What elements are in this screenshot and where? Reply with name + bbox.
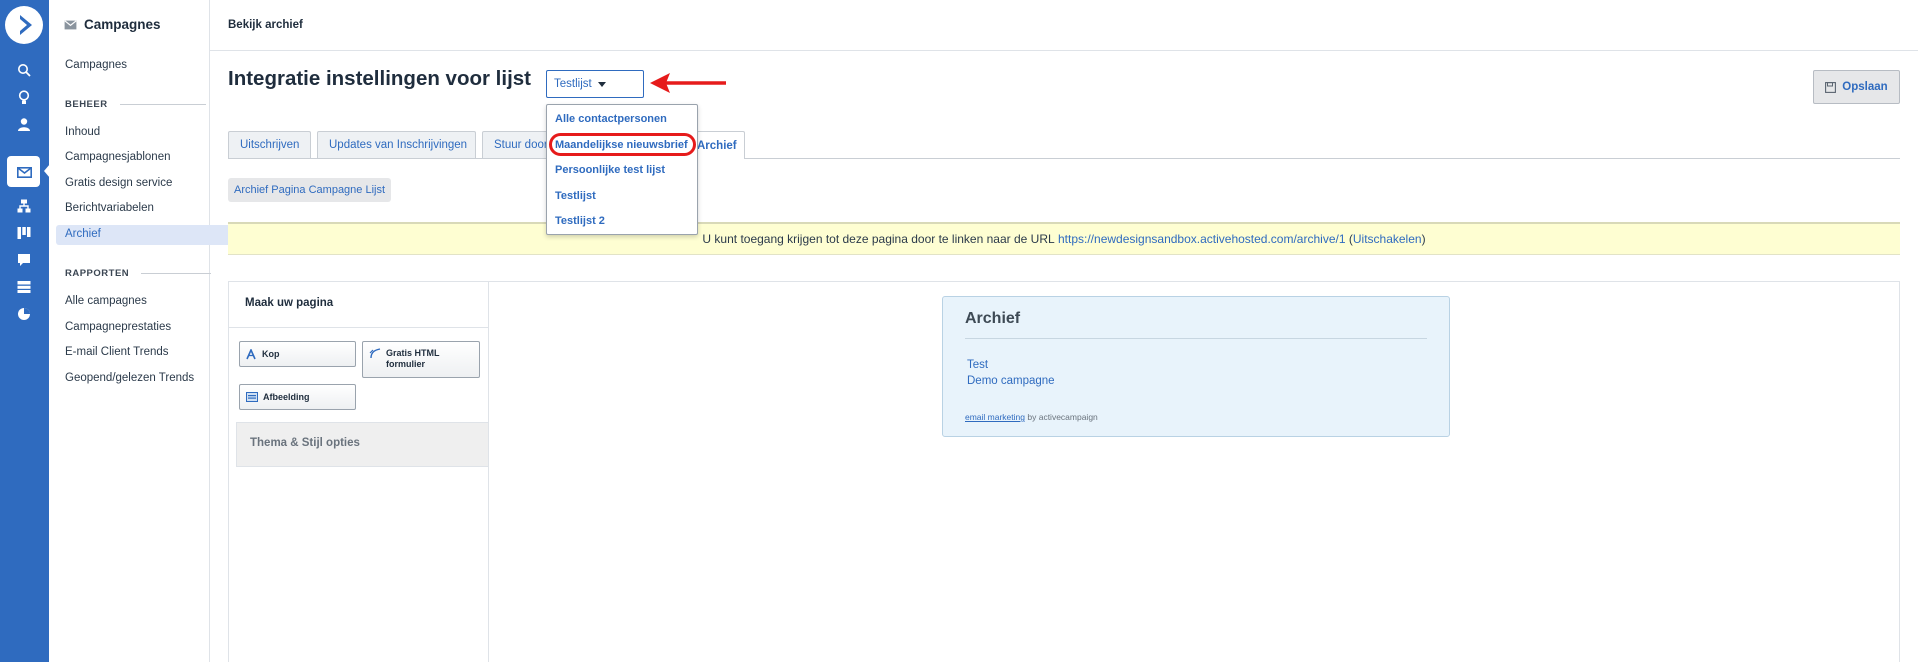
nav-campagnes[interactable]: Campagnes bbox=[65, 59, 127, 71]
red-arrow-annotation bbox=[650, 73, 726, 93]
archive-title: Archief bbox=[965, 310, 1021, 327]
save-button[interactable]: Opslaan bbox=[1813, 70, 1900, 104]
conversations-icon[interactable] bbox=[13, 249, 35, 271]
heading-icon bbox=[246, 348, 256, 359]
option-alle-contactpersonen[interactable]: Alle contactpersonen bbox=[555, 113, 667, 125]
contacts-icon[interactable] bbox=[13, 113, 35, 135]
option-persoonlijke-test-lijst[interactable]: Persoonlijke test lijst bbox=[555, 164, 665, 176]
deals-icon[interactable] bbox=[13, 222, 35, 244]
archive-url-link[interactable]: https://newdesignsandbox.activehosted.co… bbox=[1058, 232, 1346, 246]
page-builder-panel: Maak uw pagina Kop Gratis HTML formulier… bbox=[228, 281, 489, 662]
subnav-title: Campagnes bbox=[84, 17, 161, 32]
archive-divider bbox=[965, 338, 1427, 339]
list-select[interactable]: Testlijst bbox=[546, 70, 644, 98]
sites-icon[interactable] bbox=[13, 276, 35, 298]
tab-updates-inschrijvingen[interactable]: Updates van Inschrijvingen bbox=[317, 131, 476, 158]
automation-icon[interactable] bbox=[13, 195, 35, 217]
widget-kop-label: Kop bbox=[262, 349, 280, 359]
section-rapporten-label: RAPPORTEN bbox=[65, 268, 130, 279]
list-select-value: Testlijst bbox=[554, 78, 592, 90]
save-label: Opslaan bbox=[1842, 81, 1888, 93]
campaigns-icon[interactable] bbox=[13, 161, 35, 183]
section-rapporten: RAPPORTEN bbox=[65, 268, 212, 279]
nav-geopend-gelezen-trends[interactable]: Geopend/gelezen Trends bbox=[65, 372, 194, 384]
widget-afbeelding-label: Afbeelding bbox=[263, 392, 310, 402]
save-icon bbox=[1825, 81, 1837, 93]
campaigns-subnav: Campagnes Campagnes BEHEER Inhoud Campag… bbox=[49, 0, 251, 662]
form-icon bbox=[369, 348, 381, 359]
icon-rail bbox=[0, 0, 50, 662]
notice-text: U kunt toegang krijgen tot deze pagina d… bbox=[702, 232, 1055, 246]
nav-berichtvariabelen[interactable]: Berichtvariabelen bbox=[65, 202, 154, 214]
nav-alle-campagnes[interactable]: Alle campagnes bbox=[65, 295, 147, 307]
archive-link-test[interactable]: Test bbox=[967, 359, 988, 371]
nav-inhoud[interactable]: Inhoud bbox=[65, 126, 100, 138]
option-testlijst-2[interactable]: Testlijst 2 bbox=[555, 215, 605, 227]
theme-style-options[interactable]: Thema & Stijl opties bbox=[236, 422, 489, 467]
nav-campagneprestaties[interactable]: Campagneprestaties bbox=[65, 321, 171, 333]
notice-close-paren: ) bbox=[1421, 232, 1426, 246]
chevron-down-icon bbox=[597, 81, 606, 87]
breadcrumb: Bekijk archief bbox=[228, 19, 303, 31]
builder-heading: Maak uw pagina bbox=[229, 282, 488, 328]
archive-campaign-list-pill[interactable]: Archief Pagina Campagne Lijst bbox=[228, 178, 392, 202]
tabs-baseline bbox=[228, 158, 1900, 159]
page-title: Integratie instellingen voor lijst bbox=[228, 67, 531, 90]
search-icon[interactable] bbox=[13, 59, 35, 81]
list-dropdown-menu: Alle contactpersonen Maandelijkse nieuws… bbox=[546, 104, 698, 235]
logo-icon[interactable] bbox=[5, 6, 43, 44]
top-bar: Bekijk archief bbox=[210, 0, 1918, 51]
envelope-icon bbox=[64, 19, 77, 29]
email-marketing-link[interactable]: email marketing bbox=[965, 412, 1025, 422]
tab-uitschrijven[interactable]: Uitschrijven bbox=[228, 131, 311, 158]
tab-stuur-door[interactable]: Stuur door bbox=[482, 131, 550, 158]
widget-afbeelding[interactable]: Afbeelding bbox=[239, 384, 356, 410]
option-maandelijkse-nieuwsbrief[interactable]: Maandelijkse nieuwsbrief bbox=[555, 139, 688, 151]
image-icon bbox=[246, 392, 258, 402]
widget-html-form[interactable]: Gratis HTML formulier bbox=[362, 341, 480, 378]
widget-kop[interactable]: Kop bbox=[239, 341, 356, 367]
nav-email-client-trends[interactable]: E-mail Client Trends bbox=[65, 346, 169, 358]
subnav-header: Campagnes bbox=[64, 17, 161, 32]
section-beheer-label: BEHEER bbox=[65, 99, 108, 110]
section-beheer: BEHEER bbox=[65, 99, 206, 110]
nav-archief[interactable]: Archief bbox=[65, 228, 101, 240]
archive-preview-card: Archief Test Demo campagne email marketi… bbox=[942, 296, 1450, 437]
widget-html-form-label: Gratis HTML formulier bbox=[386, 348, 440, 369]
url-notice: U kunt toegang krijgen tot deze pagina d… bbox=[228, 222, 1900, 255]
disable-link[interactable]: Uitschakelen bbox=[1353, 232, 1422, 246]
lightbulb-icon[interactable] bbox=[13, 86, 35, 108]
nav-campagnesjablonen[interactable]: Campagnesjablonen bbox=[65, 151, 171, 163]
option-testlijst[interactable]: Testlijst bbox=[555, 190, 596, 202]
archive-link-demo[interactable]: Demo campagne bbox=[967, 375, 1055, 387]
nav-gratis-design-service[interactable]: Gratis design service bbox=[65, 177, 172, 189]
archive-footer: email marketing by activecampaign bbox=[965, 412, 1098, 422]
archive-footer-text: by activecampaign bbox=[1027, 412, 1098, 422]
reports-icon[interactable] bbox=[13, 303, 35, 325]
